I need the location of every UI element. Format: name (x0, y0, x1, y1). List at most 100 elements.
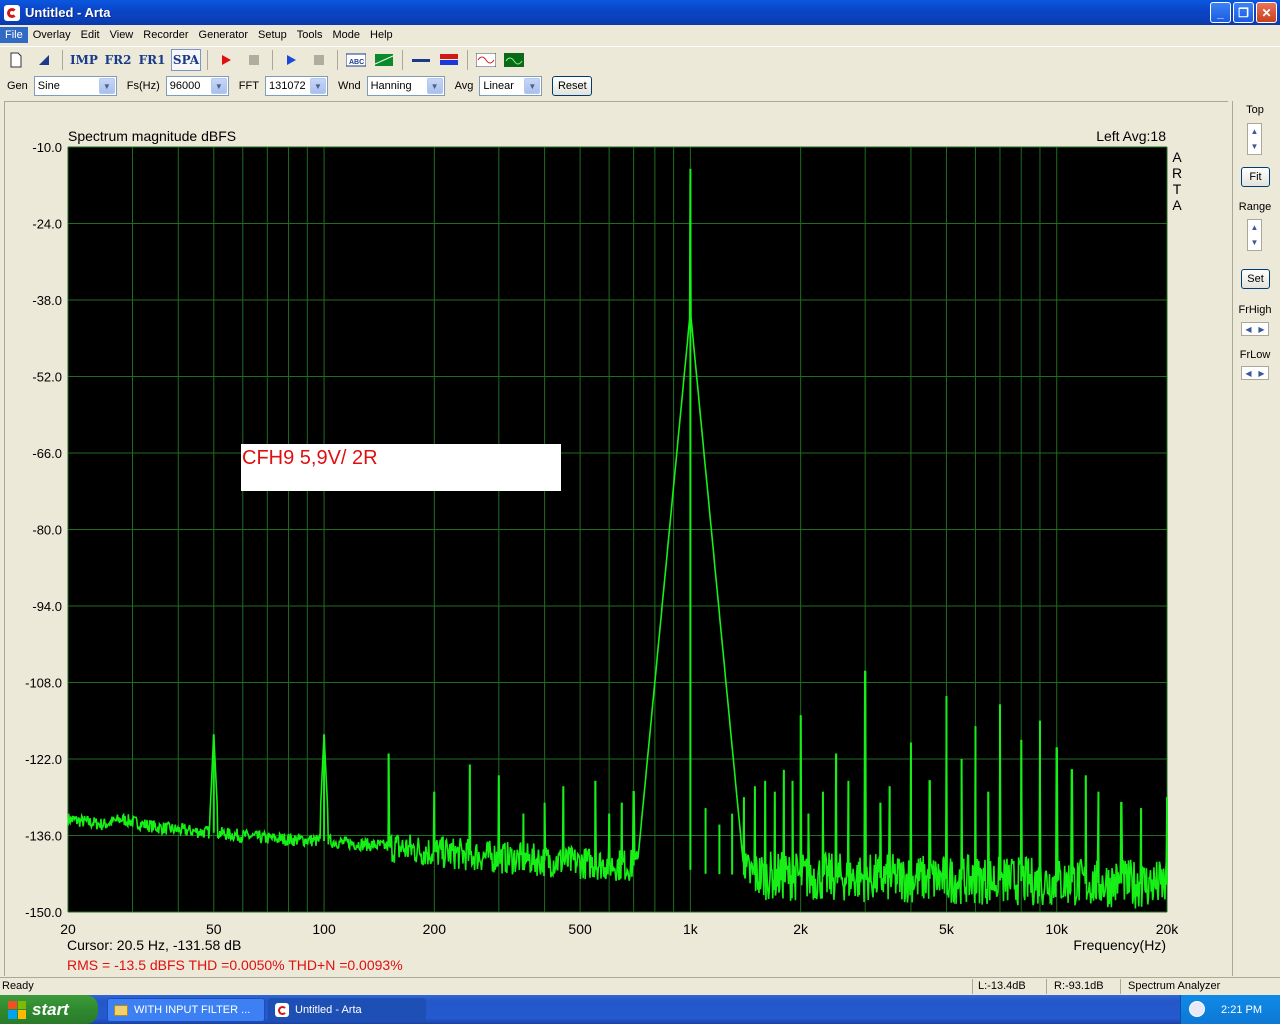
y-tick-label: -94.0 (32, 599, 62, 614)
close-button[interactable]: ✕ (1256, 2, 1277, 23)
y-tick-label: -52.0 (32, 370, 62, 385)
spectrum-chart[interactable]: Spectrum magnitude dBFS Left Avg:18 ARTA… (5, 102, 1229, 977)
x-tick-label: 200 (423, 921, 447, 937)
oscilloscope-icon[interactable] (502, 49, 526, 71)
status-bar: Ready L:-13.4dB R:-93.1dB Spectrum Analy… (0, 977, 1280, 995)
menu-setup[interactable]: Setup (253, 27, 292, 43)
window-select[interactable]: Hanning ▼ (366, 76, 445, 96)
frhigh-spinner[interactable]: ◀ ▶ (1241, 322, 1269, 336)
range-spinner[interactable]: ▲ ▼ (1247, 219, 1262, 251)
x-tick-label: 20 (60, 921, 76, 937)
folder-icon (114, 1004, 128, 1016)
start-button[interactable]: start (0, 995, 98, 1024)
taskbar-arta-label: Untitled - Arta (295, 1004, 362, 1016)
taskbar-folder-window[interactable]: WITH INPUT FILTER ... (107, 998, 265, 1022)
y-tick-label: -150.0 (25, 905, 62, 920)
record-icon[interactable] (214, 49, 238, 71)
brand-letter: T (1173, 181, 1182, 197)
top-label: Top (1246, 104, 1264, 116)
line-tool-icon[interactable] (409, 49, 433, 71)
text-abc-icon[interactable]: ABC (344, 49, 368, 71)
sample-rate-select[interactable]: 96000 ▼ (165, 76, 229, 96)
new-file-icon[interactable] (4, 49, 28, 71)
y-tick-label: -38.0 (32, 293, 62, 308)
fft-size-value: 131072 (268, 80, 306, 92)
stop-icon[interactable] (242, 49, 266, 71)
frlow-spinner[interactable]: ◀ ▶ (1241, 366, 1269, 380)
generator-select[interactable]: Sine ▼ (33, 76, 117, 96)
impulse-mode-button[interactable]: IMP (69, 49, 99, 71)
system-tray: 2:21 PM (1180, 995, 1280, 1024)
colors-icon[interactable] (372, 49, 396, 71)
y-tick-label: -136.0 (25, 829, 62, 844)
fr2-mode-button[interactable]: FR2 (103, 49, 133, 71)
chevron-down-icon[interactable]: ▼ (309, 78, 326, 94)
minimize-button[interactable]: _ (1210, 2, 1231, 23)
fit-button[interactable]: Fit (1241, 167, 1270, 187)
chevron-down-icon[interactable]: ▼ (98, 78, 115, 94)
brand-letter: R (1172, 165, 1182, 181)
window-value: Hanning (370, 80, 412, 92)
svg-text:ABC: ABC (349, 59, 364, 66)
tray-app-icon[interactable] (1189, 1001, 1205, 1017)
start-label: start (32, 999, 69, 1019)
gen-label: Gen (7, 80, 28, 92)
x-tick-label: 50 (206, 921, 222, 937)
y-tick-label: -108.0 (25, 676, 62, 691)
arta-app-icon[interactable] (4, 4, 20, 21)
menu-file[interactable]: File (0, 27, 28, 43)
toolbar-separator (272, 49, 273, 70)
status-divider (972, 979, 973, 994)
menu-recorder[interactable]: Recorder (138, 27, 193, 43)
chevron-down-icon[interactable]: ▼ (524, 78, 541, 94)
x-tick-label: 100 (312, 921, 336, 937)
spa-mode-button[interactable]: SPA (171, 48, 201, 71)
fft-size-select[interactable]: 131072 ▼ (264, 76, 328, 96)
open-file-icon[interactable] (32, 49, 56, 71)
level-meter-icon[interactable] (437, 49, 461, 71)
chevron-down-icon[interactable]: ▼ (210, 78, 227, 94)
menu-help[interactable]: Help (365, 27, 398, 43)
top-spinner[interactable]: ▲ ▼ (1247, 123, 1262, 155)
menu-bar: File Overlay Edit View Recorder Generato… (0, 25, 1280, 45)
plot-panel: Spectrum magnitude dBFS Left Avg:18 ARTA… (4, 101, 1228, 976)
x-tick-label: 2k (793, 921, 809, 937)
stop-icon[interactable] (307, 49, 331, 71)
play-icon[interactable] (279, 49, 303, 71)
status-ready: Ready (2, 980, 34, 992)
averaging-select[interactable]: Linear ▼ (479, 76, 543, 96)
range-label: Range (1238, 201, 1272, 213)
menu-mode[interactable]: Mode (327, 27, 365, 43)
menu-view[interactable]: View (105, 27, 139, 43)
menu-overlay[interactable]: Overlay (28, 27, 76, 43)
signal-generator-icon[interactable] (474, 49, 498, 71)
y-tick-label: -122.0 (25, 752, 62, 767)
frlow-label: FrLow (1239, 349, 1271, 361)
menu-edit[interactable]: Edit (76, 27, 105, 43)
chevron-down-icon[interactable]: ▼ (426, 78, 443, 94)
control-bar: Gen Sine ▼ Fs(Hz) 96000 ▼ FFT 131072 ▼ W… (0, 73, 1280, 99)
clock[interactable]: 2:21 PM (1221, 1004, 1262, 1016)
window-title: Untitled - Arta (25, 5, 111, 20)
set-button[interactable]: Set (1241, 269, 1270, 289)
y-tick-label: -24.0 (32, 217, 62, 232)
x-tick-label: 1k (683, 921, 699, 937)
arta-brand: ARTA (1172, 149, 1182, 213)
x-axis-ticks: 20 50 100 200 500 1k 2k 5k 10k 20k (60, 921, 1179, 937)
status-left-level: L:-13.4dB (978, 980, 1026, 992)
windows-logo-icon (8, 1000, 26, 1019)
restore-button[interactable]: ❐ (1233, 2, 1254, 23)
taskbar-folder-label: WITH INPUT FILTER ... (134, 1004, 251, 1016)
fs-label: Fs(Hz) (126, 80, 160, 92)
reset-button[interactable]: Reset (552, 76, 593, 96)
x-tick-label: 5k (939, 921, 955, 937)
toolbar-separator (467, 49, 468, 70)
side-panel: Top ▲ ▼ Fit Range ▲ ▼ Set FrHigh ◀ ▶ FrLow … (1232, 101, 1280, 976)
y-tick-label: -10.0 (32, 140, 62, 155)
menu-tools[interactable]: Tools (292, 27, 328, 43)
fr1-mode-button[interactable]: FR1 (137, 49, 167, 71)
menu-generator[interactable]: Generator (194, 27, 254, 43)
taskbar-arta-window[interactable]: Untitled - Arta (268, 998, 426, 1022)
generator-value: Sine (37, 80, 60, 92)
toolbar-separator (402, 49, 403, 70)
